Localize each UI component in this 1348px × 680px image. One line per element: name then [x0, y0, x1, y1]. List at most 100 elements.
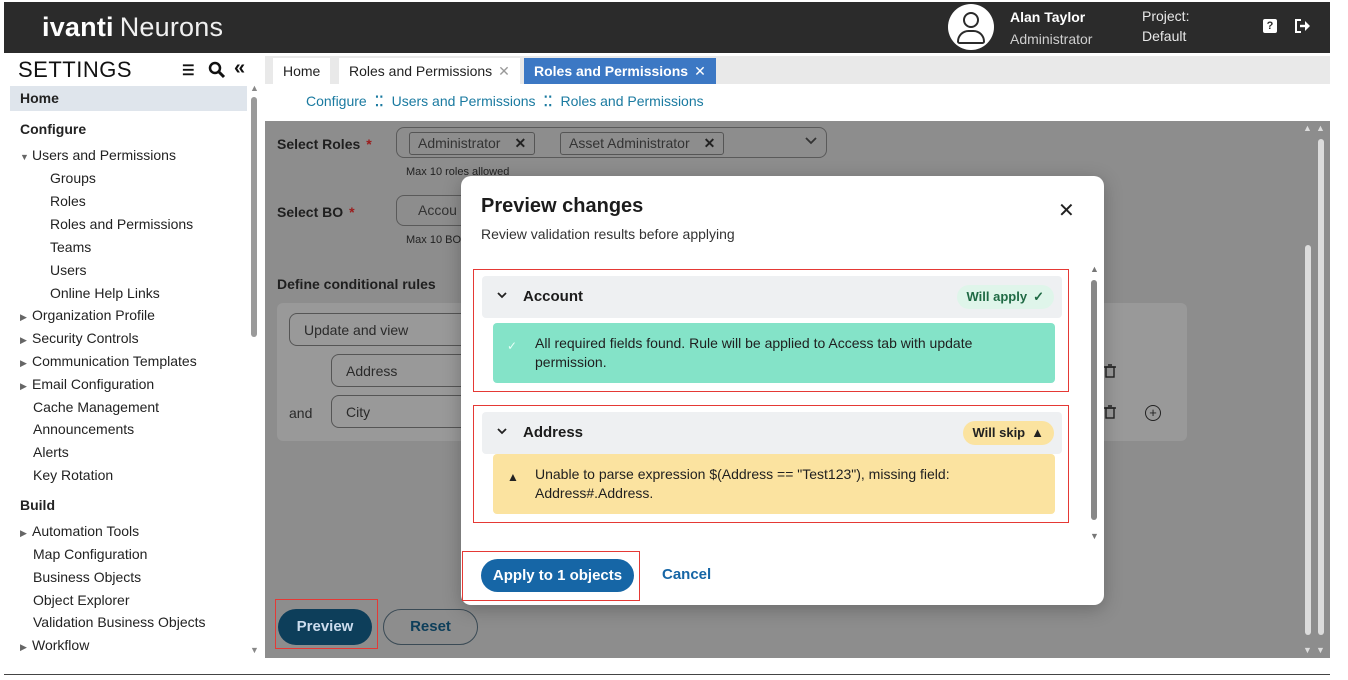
sidebar-item-object-explorer[interactable]: Object Explorer: [33, 592, 129, 608]
cancel-button[interactable]: Cancel: [662, 566, 711, 583]
scroll-up-icon[interactable]: ▲: [1316, 123, 1325, 133]
rule-field-address[interactable]: Address: [331, 354, 471, 387]
sidebar-item-users[interactable]: Users: [50, 262, 87, 278]
sidebar-item-announcements[interactable]: Announcements: [33, 421, 134, 437]
sidebar-scrollbar[interactable]: ▲ ▼: [250, 83, 259, 655]
rule-action-select[interactable]: Update and view: [289, 313, 469, 346]
remove-chip-icon[interactable]: ✕: [514, 135, 526, 151]
breadcrumb-roles-and-permissions[interactable]: Roles and Permissions: [560, 93, 703, 109]
scrollbar-thumb[interactable]: [1305, 245, 1311, 635]
breadcrumb-users-and-permissions[interactable]: Users and Permissions: [392, 93, 536, 109]
caret-down-icon[interactable]: ▼: [20, 152, 32, 162]
app-logo[interactable]: ivanti Neurons: [42, 12, 223, 43]
user-avatar-icon[interactable]: [948, 4, 994, 50]
collapse-sidebar-icon[interactable]: «: [234, 57, 245, 80]
scrollbar-thumb[interactable]: [251, 97, 257, 337]
delete-rule-icon[interactable]: [1104, 405, 1116, 419]
scroll-down-icon[interactable]: ▼: [1316, 645, 1325, 655]
breadcrumb-separator: ⁚⁚: [374, 93, 384, 109]
sidebar-section-build[interactable]: Build: [20, 497, 55, 513]
scroll-down-icon[interactable]: ▼: [1090, 531, 1099, 541]
highlight-box: [275, 599, 378, 649]
tab-label: Roles and Permissions: [534, 63, 689, 79]
warning-icon: ▲: [507, 470, 519, 484]
dialog-title: Preview changes: [481, 195, 644, 217]
reset-button[interactable]: Reset: [383, 609, 478, 645]
sidebar-item-cache-management[interactable]: Cache Management: [33, 399, 159, 415]
result-group-address: Address Will skip ▲ ▲ Unable to parse exp…: [473, 405, 1069, 523]
chevron-down-icon[interactable]: [496, 425, 508, 437]
accordion-header[interactable]: Address Will skip ▲: [482, 412, 1062, 454]
logout-icon[interactable]: [1294, 18, 1312, 34]
sidebar-item-workflow[interactable]: ▶ Workflow: [20, 637, 89, 653]
user-name[interactable]: Alan Taylor: [1010, 9, 1085, 25]
sidebar-item-groups[interactable]: Groups: [50, 170, 96, 186]
sidebar-item-organization-profile[interactable]: ▶ Organization Profile: [20, 307, 155, 323]
sidebar-title: SETTINGS: [18, 57, 133, 82]
sidebar-tools: ☰ «: [180, 57, 254, 80]
close-tab-icon[interactable]: ✕: [694, 63, 706, 79]
tab-label: Roles and Permissions: [349, 63, 493, 79]
tab-bar: Home Roles and Permissions ✕ Roles and Pe…: [265, 56, 1330, 84]
collapse-tree-icon[interactable]: ☰: [182, 62, 195, 79]
sidebar-item-users-and-permissions[interactable]: ▼ Users and Permissions: [20, 147, 176, 163]
sidebar-item-alerts[interactable]: Alerts: [33, 444, 69, 460]
delete-rule-icon[interactable]: [1104, 364, 1116, 378]
sidebar-item-key-rotation[interactable]: Key Rotation: [33, 467, 113, 483]
close-icon[interactable]: ✕: [1058, 198, 1075, 223]
main-scrollbar[interactable]: ▲ ▲ ▼ ▼: [1301, 121, 1327, 658]
help-icon[interactable]: ?: [1263, 19, 1277, 33]
sidebar-item-map-configuration[interactable]: Map Configuration: [33, 546, 147, 562]
rule-field-city[interactable]: City: [331, 395, 471, 428]
add-rule-icon[interactable]: +: [1145, 405, 1161, 421]
caret-right-icon[interactable]: ▶: [20, 642, 32, 653]
caret-right-icon[interactable]: ▶: [20, 335, 32, 346]
scroll-down-icon[interactable]: ▼: [250, 645, 259, 655]
accordion-header[interactable]: Account Will apply ✓: [482, 276, 1062, 318]
sidebar-item-label: Organization Profile: [32, 307, 155, 323]
search-icon[interactable]: [208, 61, 226, 79]
scroll-up-icon[interactable]: ▲: [1090, 264, 1099, 274]
sidebar-item-online-help-links[interactable]: Online Help Links: [50, 285, 160, 301]
roles-select[interactable]: Administrator ✕ Asset Administrator ✕: [396, 127, 827, 158]
caret-right-icon[interactable]: ▶: [20, 312, 32, 323]
sidebar-item-roles-and-permissions[interactable]: Roles and Permissions: [50, 216, 193, 232]
scroll-up-icon[interactable]: ▲: [1303, 123, 1312, 133]
sidebar-item-home[interactable]: Home: [10, 86, 247, 111]
scroll-down-icon[interactable]: ▼: [1303, 645, 1312, 655]
sidebar-item-email-configuration[interactable]: ▶ Email Configuration: [20, 376, 154, 392]
tab-roles-and-permissions[interactable]: Roles and Permissions ✕: [339, 58, 520, 84]
dialog-scrollbar[interactable]: ▲ ▼: [1089, 264, 1101, 544]
breadcrumb-configure[interactable]: Configure: [306, 93, 367, 109]
tab-roles-and-permissions-active[interactable]: Roles and Permissions ✕: [524, 58, 716, 84]
close-tab-icon[interactable]: ✕: [498, 63, 510, 79]
tab-home[interactable]: Home: [273, 58, 331, 84]
chevron-down-icon[interactable]: [496, 289, 508, 301]
role-chip-administrator: Administrator ✕: [409, 132, 536, 155]
sidebar-item-label: Users and Permissions: [32, 147, 176, 163]
sidebar-item-automation-tools[interactable]: ▶ Automation Tools: [20, 523, 139, 539]
caret-right-icon[interactable]: ▶: [20, 358, 32, 369]
highlight-box: [462, 551, 640, 601]
sidebar-section-configure[interactable]: Configure: [20, 121, 86, 137]
caret-right-icon[interactable]: ▶: [20, 528, 32, 539]
scrollbar-thumb[interactable]: [1091, 280, 1097, 520]
sidebar-item-communication-templates[interactable]: ▶ Communication Templates: [20, 353, 197, 369]
sidebar-item-business-objects[interactable]: Business Objects: [33, 569, 141, 585]
logo-product: Neurons: [119, 12, 224, 42]
sidebar-item-security-controls[interactable]: ▶ Security Controls: [20, 330, 139, 346]
remove-chip-icon[interactable]: ✕: [704, 135, 716, 151]
scroll-up-icon[interactable]: ▲: [250, 83, 259, 93]
status-badge: Will apply ✓: [956, 285, 1054, 309]
sidebar-item-teams[interactable]: Teams: [50, 239, 91, 255]
sidebar-item-validation-business-objects[interactable]: Validation Business Objects: [33, 614, 206, 630]
badge-label: Will skip: [972, 425, 1026, 440]
rule-and-label: and: [289, 405, 313, 421]
caret-right-icon[interactable]: ▶: [20, 381, 32, 392]
chip-label: Asset Administrator: [569, 135, 690, 151]
select-roles-label: Select Roles *: [277, 136, 372, 152]
sidebar-item-roles[interactable]: Roles: [50, 193, 86, 209]
project-value[interactable]: Default: [1142, 28, 1186, 44]
chevron-down-icon[interactable]: [804, 133, 818, 147]
scrollbar-thumb[interactable]: [1318, 139, 1324, 635]
